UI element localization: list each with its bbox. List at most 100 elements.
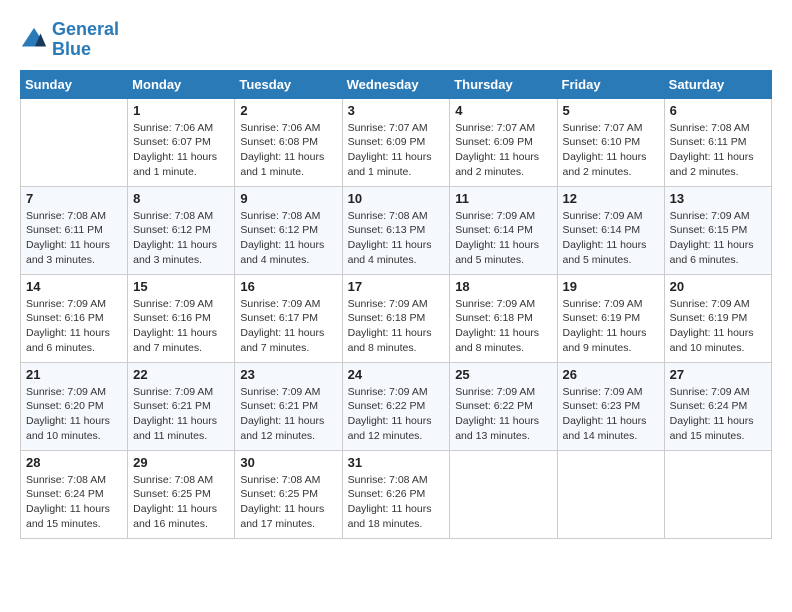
day-number: 31 (348, 455, 445, 470)
day-info: Sunrise: 7:09 AM Sunset: 6:19 PM Dayligh… (670, 297, 766, 356)
day-info: Sunrise: 7:09 AM Sunset: 6:18 PM Dayligh… (348, 297, 445, 356)
day-info: Sunrise: 7:09 AM Sunset: 6:21 PM Dayligh… (133, 385, 229, 444)
weekday-header: Thursday (450, 70, 557, 98)
calendar-week-row: 21 Sunrise: 7:09 AM Sunset: 6:20 PM Dayli… (21, 362, 772, 450)
calendar-cell: 15 Sunrise: 7:09 AM Sunset: 6:16 PM Dayli… (128, 274, 235, 362)
day-number: 6 (670, 103, 766, 118)
day-info: Sunrise: 7:09 AM Sunset: 6:15 PM Dayligh… (670, 209, 766, 268)
calendar-cell: 11 Sunrise: 7:09 AM Sunset: 6:14 PM Dayli… (450, 186, 557, 274)
day-info: Sunrise: 7:08 AM Sunset: 6:11 PM Dayligh… (670, 121, 766, 180)
calendar-cell: 22 Sunrise: 7:09 AM Sunset: 6:21 PM Dayli… (128, 362, 235, 450)
calendar-cell: 6 Sunrise: 7:08 AM Sunset: 6:11 PM Daylig… (664, 98, 771, 186)
calendar-cell: 17Sunrise: 7:09 AM Sunset: 6:18 PM Dayli… (342, 274, 450, 362)
weekday-header: Saturday (664, 70, 771, 98)
calendar-cell: 27Sunrise: 7:09 AM Sunset: 6:24 PM Dayli… (664, 362, 771, 450)
calendar-cell: 21 Sunrise: 7:09 AM Sunset: 6:20 PM Dayli… (21, 362, 128, 450)
day-number: 24 (348, 367, 445, 382)
day-number: 8 (133, 191, 229, 206)
day-info: Sunrise: 7:09 AM Sunset: 6:17 PM Dayligh… (240, 297, 336, 356)
weekday-header: Monday (128, 70, 235, 98)
calendar-cell: 30 Sunrise: 7:08 AM Sunset: 6:25 PM Dayli… (235, 450, 342, 538)
day-info: Sunrise: 7:06 AM Sunset: 6:08 PM Dayligh… (240, 121, 336, 180)
logo-text: General Blue (52, 20, 119, 60)
day-number: 29 (133, 455, 229, 470)
calendar-cell: 29 Sunrise: 7:08 AM Sunset: 6:25 PM Dayli… (128, 450, 235, 538)
day-number: 19 (563, 279, 659, 294)
day-info: Sunrise: 7:09 AM Sunset: 6:20 PM Dayligh… (26, 385, 122, 444)
calendar-cell: 18 Sunrise: 7:09 AM Sunset: 6:18 PM Dayli… (450, 274, 557, 362)
day-number: 2 (240, 103, 336, 118)
calendar-cell: 2 Sunrise: 7:06 AM Sunset: 6:08 PM Daylig… (235, 98, 342, 186)
day-info: Sunrise: 7:09 AM Sunset: 6:22 PM Dayligh… (348, 385, 445, 444)
day-info: Sunrise: 7:09 AM Sunset: 6:16 PM Dayligh… (133, 297, 229, 356)
calendar-cell: 31 Sunrise: 7:08 AM Sunset: 6:26 PM Dayli… (342, 450, 450, 538)
day-number: 11 (455, 191, 551, 206)
day-info: Sunrise: 7:09 AM Sunset: 6:19 PM Dayligh… (563, 297, 659, 356)
day-number: 21 (26, 367, 122, 382)
calendar-cell (450, 450, 557, 538)
calendar-cell (557, 450, 664, 538)
calendar-header-row: SundayMondayTuesdayWednesdayThursdayFrid… (21, 70, 772, 98)
calendar-week-row: 7 Sunrise: 7:08 AM Sunset: 6:11 PM Daylig… (21, 186, 772, 274)
day-number: 20 (670, 279, 766, 294)
calendar-week-row: 1 Sunrise: 7:06 AM Sunset: 6:07 PM Daylig… (21, 98, 772, 186)
weekday-header: Friday (557, 70, 664, 98)
day-number: 26 (563, 367, 659, 382)
day-info: Sunrise: 7:07 AM Sunset: 6:10 PM Dayligh… (563, 121, 659, 180)
day-number: 23 (240, 367, 336, 382)
calendar-cell: 3 Sunrise: 7:07 AM Sunset: 6:09 PM Daylig… (342, 98, 450, 186)
calendar-table: SundayMondayTuesdayWednesdayThursdayFrid… (20, 70, 772, 539)
day-info: Sunrise: 7:08 AM Sunset: 6:12 PM Dayligh… (240, 209, 336, 268)
day-number: 25 (455, 367, 551, 382)
calendar-cell: 25 Sunrise: 7:09 AM Sunset: 6:22 PM Dayli… (450, 362, 557, 450)
calendar-week-row: 14Sunrise: 7:09 AM Sunset: 6:16 PM Dayli… (21, 274, 772, 362)
day-info: Sunrise: 7:06 AM Sunset: 6:07 PM Dayligh… (133, 121, 229, 180)
day-info: Sunrise: 7:09 AM Sunset: 6:14 PM Dayligh… (563, 209, 659, 268)
day-number: 18 (455, 279, 551, 294)
day-info: Sunrise: 7:08 AM Sunset: 6:11 PM Dayligh… (26, 209, 122, 268)
day-number: 30 (240, 455, 336, 470)
calendar-cell: 4 Sunrise: 7:07 AM Sunset: 6:09 PM Daylig… (450, 98, 557, 186)
weekday-header: Wednesday (342, 70, 450, 98)
calendar-cell: 28 Sunrise: 7:08 AM Sunset: 6:24 PM Dayli… (21, 450, 128, 538)
logo-icon (20, 26, 48, 54)
calendar-cell: 1 Sunrise: 7:06 AM Sunset: 6:07 PM Daylig… (128, 98, 235, 186)
calendar-cell: 23Sunrise: 7:09 AM Sunset: 6:21 PM Dayli… (235, 362, 342, 450)
day-number: 1 (133, 103, 229, 118)
day-info: Sunrise: 7:07 AM Sunset: 6:09 PM Dayligh… (348, 121, 445, 180)
calendar-cell: 20 Sunrise: 7:09 AM Sunset: 6:19 PM Dayli… (664, 274, 771, 362)
day-info: Sunrise: 7:09 AM Sunset: 6:14 PM Dayligh… (455, 209, 551, 268)
day-info: Sunrise: 7:07 AM Sunset: 6:09 PM Dayligh… (455, 121, 551, 180)
calendar-cell: 24 Sunrise: 7:09 AM Sunset: 6:22 PM Dayli… (342, 362, 450, 450)
day-info: Sunrise: 7:09 AM Sunset: 6:23 PM Dayligh… (563, 385, 659, 444)
calendar-cell: 12Sunrise: 7:09 AM Sunset: 6:14 PM Dayli… (557, 186, 664, 274)
day-number: 5 (563, 103, 659, 118)
calendar-cell: 16Sunrise: 7:09 AM Sunset: 6:17 PM Dayli… (235, 274, 342, 362)
calendar-cell: 19 Sunrise: 7:09 AM Sunset: 6:19 PM Dayli… (557, 274, 664, 362)
weekday-header: Tuesday (235, 70, 342, 98)
day-info: Sunrise: 7:09 AM Sunset: 6:18 PM Dayligh… (455, 297, 551, 356)
day-info: Sunrise: 7:08 AM Sunset: 6:13 PM Dayligh… (348, 209, 445, 268)
day-number: 10 (348, 191, 445, 206)
calendar-cell: 14Sunrise: 7:09 AM Sunset: 6:16 PM Dayli… (21, 274, 128, 362)
calendar-cell: 26 Sunrise: 7:09 AM Sunset: 6:23 PM Dayli… (557, 362, 664, 450)
day-number: 7 (26, 191, 122, 206)
day-number: 28 (26, 455, 122, 470)
weekday-header: Sunday (21, 70, 128, 98)
day-number: 9 (240, 191, 336, 206)
day-info: Sunrise: 7:08 AM Sunset: 6:25 PM Dayligh… (240, 473, 336, 532)
day-number: 27 (670, 367, 766, 382)
day-info: Sunrise: 7:08 AM Sunset: 6:24 PM Dayligh… (26, 473, 122, 532)
day-number: 13 (670, 191, 766, 206)
calendar-cell: 9 Sunrise: 7:08 AM Sunset: 6:12 PM Daylig… (235, 186, 342, 274)
calendar-cell (21, 98, 128, 186)
day-info: Sunrise: 7:08 AM Sunset: 6:25 PM Dayligh… (133, 473, 229, 532)
day-number: 15 (133, 279, 229, 294)
day-number: 22 (133, 367, 229, 382)
calendar-cell: 13 Sunrise: 7:09 AM Sunset: 6:15 PM Dayli… (664, 186, 771, 274)
day-info: Sunrise: 7:09 AM Sunset: 6:22 PM Dayligh… (455, 385, 551, 444)
calendar-cell (664, 450, 771, 538)
day-info: Sunrise: 7:08 AM Sunset: 6:26 PM Dayligh… (348, 473, 445, 532)
day-number: 3 (348, 103, 445, 118)
day-number: 4 (455, 103, 551, 118)
